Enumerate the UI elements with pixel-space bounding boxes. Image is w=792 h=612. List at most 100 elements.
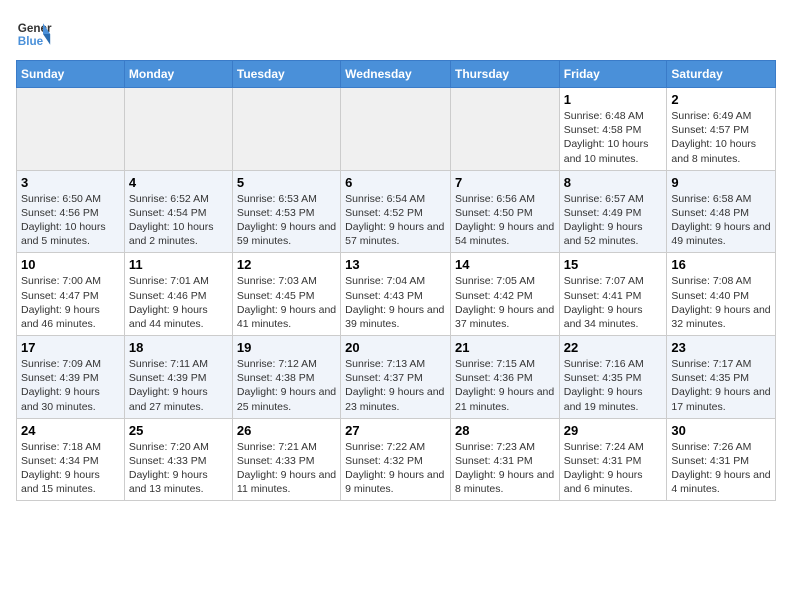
day-number: 7	[455, 175, 555, 190]
day-info: Sunrise: 7:01 AM Sunset: 4:46 PM Dayligh…	[129, 274, 228, 331]
day-info: Sunrise: 6:53 AM Sunset: 4:53 PM Dayligh…	[237, 192, 336, 249]
day-number: 24	[21, 423, 120, 438]
day-info: Sunrise: 7:21 AM Sunset: 4:33 PM Dayligh…	[237, 440, 336, 497]
day-info: Sunrise: 6:54 AM Sunset: 4:52 PM Dayligh…	[345, 192, 446, 249]
day-info: Sunrise: 7:05 AM Sunset: 4:42 PM Dayligh…	[455, 274, 555, 331]
day-cell	[450, 88, 559, 171]
day-cell: 15 Sunrise: 7:07 AM Sunset: 4:41 PM Dayli…	[559, 253, 667, 336]
day-info: Sunrise: 7:22 AM Sunset: 4:32 PM Dayligh…	[345, 440, 446, 497]
day-number: 22	[564, 340, 663, 355]
day-cell: 19 Sunrise: 7:12 AM Sunset: 4:38 PM Dayli…	[232, 336, 340, 419]
week-row-1: 1Sunrise: 6:48 AM Sunset: 4:58 PM Daylig…	[17, 88, 776, 171]
day-info: Sunrise: 6:52 AM Sunset: 4:54 PM Dayligh…	[129, 192, 228, 249]
day-cell: 18Sunrise: 7:11 AM Sunset: 4:39 PM Dayli…	[124, 336, 232, 419]
day-info: Sunrise: 7:03 AM Sunset: 4:45 PM Dayligh…	[237, 274, 336, 331]
day-cell: 29 Sunrise: 7:24 AM Sunset: 4:31 PM Dayli…	[559, 418, 667, 501]
day-number: 15	[564, 257, 663, 272]
day-cell: 7 Sunrise: 6:56 AM Sunset: 4:50 PM Daylig…	[450, 170, 559, 253]
day-info: Sunrise: 6:50 AM Sunset: 4:56 PM Dayligh…	[21, 192, 120, 249]
day-cell: 14 Sunrise: 7:05 AM Sunset: 4:42 PM Dayli…	[450, 253, 559, 336]
day-cell: 2 Sunrise: 6:49 AM Sunset: 4:57 PM Daylig…	[667, 88, 776, 171]
day-number: 29	[564, 423, 663, 438]
day-cell: 20 Sunrise: 7:13 AM Sunset: 4:37 PM Dayli…	[341, 336, 451, 419]
day-number: 19	[237, 340, 336, 355]
day-info: Sunrise: 7:23 AM Sunset: 4:31 PM Dayligh…	[455, 440, 555, 497]
day-cell	[232, 88, 340, 171]
day-info: Sunrise: 7:20 AM Sunset: 4:33 PM Dayligh…	[129, 440, 228, 497]
header-sunday: Sunday	[17, 61, 125, 88]
header-thursday: Thursday	[450, 61, 559, 88]
day-number: 17	[21, 340, 120, 355]
day-number: 3	[21, 175, 120, 190]
day-info: Sunrise: 7:24 AM Sunset: 4:31 PM Dayligh…	[564, 440, 663, 497]
week-row-3: 10Sunrise: 7:00 AM Sunset: 4:47 PM Dayli…	[17, 253, 776, 336]
day-number: 27	[345, 423, 446, 438]
day-cell: 4 Sunrise: 6:52 AM Sunset: 4:54 PM Daylig…	[124, 170, 232, 253]
day-number: 6	[345, 175, 446, 190]
header-saturday: Saturday	[667, 61, 776, 88]
week-row-5: 24 Sunrise: 7:18 AM Sunset: 4:34 PM Dayli…	[17, 418, 776, 501]
day-number: 30	[671, 423, 771, 438]
day-number: 9	[671, 175, 771, 190]
day-cell: 27 Sunrise: 7:22 AM Sunset: 4:32 PM Dayli…	[341, 418, 451, 501]
day-info: Sunrise: 7:04 AM Sunset: 4:43 PM Dayligh…	[345, 274, 446, 331]
day-cell: 17 Sunrise: 7:09 AM Sunset: 4:39 PM Dayli…	[17, 336, 125, 419]
day-info: Sunrise: 7:07 AM Sunset: 4:41 PM Dayligh…	[564, 274, 663, 331]
day-cell: 3 Sunrise: 6:50 AM Sunset: 4:56 PM Daylig…	[17, 170, 125, 253]
day-number: 12	[237, 257, 336, 272]
day-info: Sunrise: 7:08 AM Sunset: 4:40 PM Dayligh…	[671, 274, 771, 331]
header: General Blue	[16, 16, 776, 52]
day-cell: 12 Sunrise: 7:03 AM Sunset: 4:45 PM Dayli…	[232, 253, 340, 336]
day-cell: 23Sunrise: 7:17 AM Sunset: 4:35 PM Dayli…	[667, 336, 776, 419]
day-number: 8	[564, 175, 663, 190]
day-cell: 11 Sunrise: 7:01 AM Sunset: 4:46 PM Dayli…	[124, 253, 232, 336]
logo: General Blue	[16, 16, 52, 52]
day-number: 26	[237, 423, 336, 438]
day-cell: 9Sunrise: 6:58 AM Sunset: 4:48 PM Daylig…	[667, 170, 776, 253]
day-number: 5	[237, 175, 336, 190]
day-info: Sunrise: 7:18 AM Sunset: 4:34 PM Dayligh…	[21, 440, 120, 497]
day-cell	[341, 88, 451, 171]
day-cell: 26 Sunrise: 7:21 AM Sunset: 4:33 PM Dayli…	[232, 418, 340, 501]
header-friday: Friday	[559, 61, 667, 88]
day-number: 28	[455, 423, 555, 438]
day-info: Sunrise: 7:09 AM Sunset: 4:39 PM Dayligh…	[21, 357, 120, 414]
day-number: 21	[455, 340, 555, 355]
day-info: Sunrise: 7:00 AM Sunset: 4:47 PM Dayligh…	[21, 274, 120, 331]
day-number: 16	[671, 257, 771, 272]
svg-text:Blue: Blue	[18, 35, 44, 48]
day-number: 14	[455, 257, 555, 272]
day-cell: 16 Sunrise: 7:08 AM Sunset: 4:40 PM Dayli…	[667, 253, 776, 336]
day-number: 11	[129, 257, 228, 272]
day-cell	[17, 88, 125, 171]
day-info: Sunrise: 6:56 AM Sunset: 4:50 PM Dayligh…	[455, 192, 555, 249]
day-cell: 25 Sunrise: 7:20 AM Sunset: 4:33 PM Dayli…	[124, 418, 232, 501]
day-number: 4	[129, 175, 228, 190]
day-cell	[124, 88, 232, 171]
day-info: Sunrise: 7:15 AM Sunset: 4:36 PM Dayligh…	[455, 357, 555, 414]
day-info: Sunrise: 7:12 AM Sunset: 4:38 PM Dayligh…	[237, 357, 336, 414]
day-info: Sunrise: 7:13 AM Sunset: 4:37 PM Dayligh…	[345, 357, 446, 414]
week-row-4: 17 Sunrise: 7:09 AM Sunset: 4:39 PM Dayli…	[17, 336, 776, 419]
day-cell: 10Sunrise: 7:00 AM Sunset: 4:47 PM Dayli…	[17, 253, 125, 336]
day-info: Sunrise: 7:26 AM Sunset: 4:31 PM Dayligh…	[671, 440, 771, 497]
day-info: Sunrise: 7:16 AM Sunset: 4:35 PM Dayligh…	[564, 357, 663, 414]
day-number: 13	[345, 257, 446, 272]
calendar-header-row: SundayMondayTuesdayWednesdayThursdayFrid…	[17, 61, 776, 88]
day-cell: 8 Sunrise: 6:57 AM Sunset: 4:49 PM Daylig…	[559, 170, 667, 253]
day-cell: 6 Sunrise: 6:54 AM Sunset: 4:52 PM Daylig…	[341, 170, 451, 253]
week-row-2: 3 Sunrise: 6:50 AM Sunset: 4:56 PM Daylig…	[17, 170, 776, 253]
header-wednesday: Wednesday	[341, 61, 451, 88]
day-info: Sunrise: 6:57 AM Sunset: 4:49 PM Dayligh…	[564, 192, 663, 249]
day-cell: 5 Sunrise: 6:53 AM Sunset: 4:53 PM Daylig…	[232, 170, 340, 253]
day-number: 1	[564, 92, 663, 107]
header-monday: Monday	[124, 61, 232, 88]
day-number: 2	[671, 92, 771, 107]
header-tuesday: Tuesday	[232, 61, 340, 88]
calendar: SundayMondayTuesdayWednesdayThursdayFrid…	[16, 60, 776, 501]
day-cell: 1Sunrise: 6:48 AM Sunset: 4:58 PM Daylig…	[559, 88, 667, 171]
day-number: 20	[345, 340, 446, 355]
day-info: Sunrise: 6:49 AM Sunset: 4:57 PM Dayligh…	[671, 109, 771, 166]
day-info: Sunrise: 7:17 AM Sunset: 4:35 PM Dayligh…	[671, 357, 771, 414]
day-number: 25	[129, 423, 228, 438]
